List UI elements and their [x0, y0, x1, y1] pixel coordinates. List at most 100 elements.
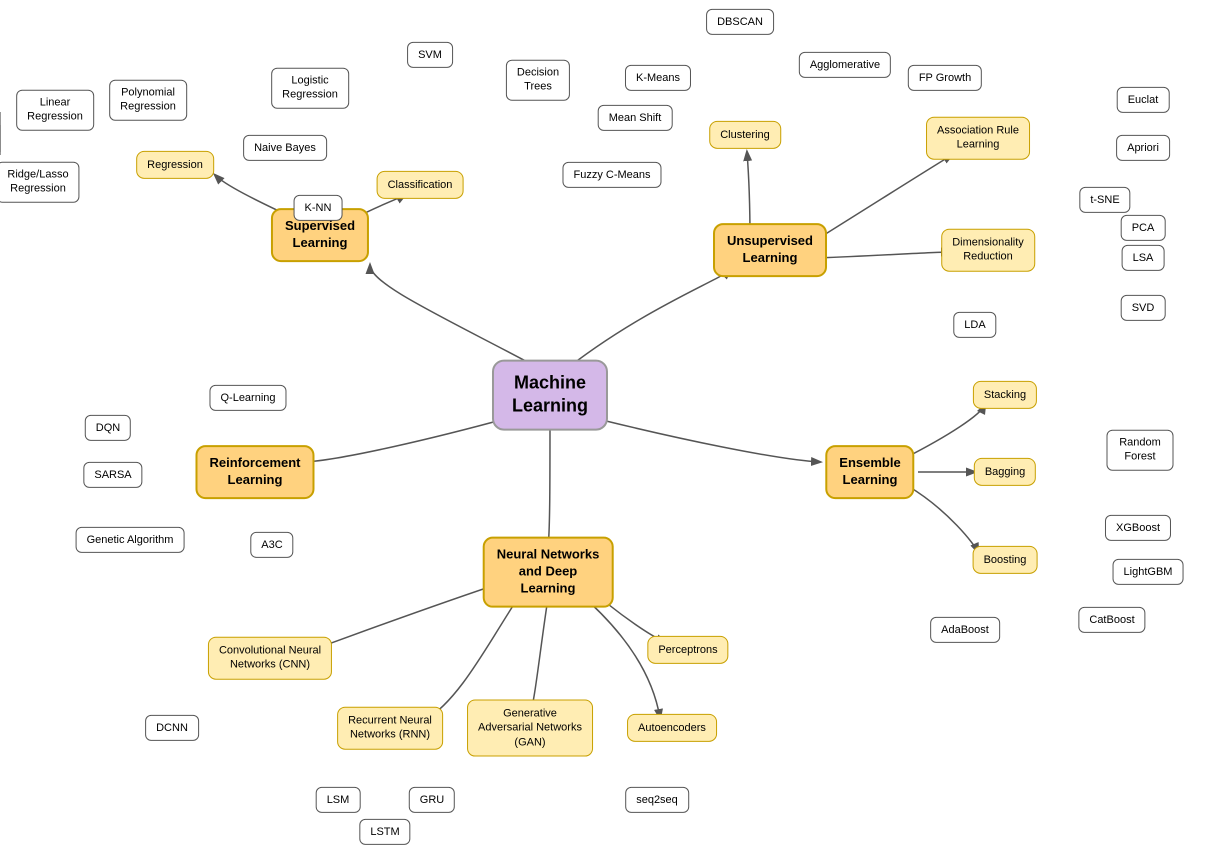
- tsne-node: t-SNE: [1079, 187, 1130, 213]
- reinforcement-learning-node: ReinforcementLearning: [195, 445, 314, 499]
- lstm-label: LSTM: [359, 819, 410, 845]
- perceptrons-node: Perceptrons: [647, 636, 728, 664]
- lda-label: LDA: [953, 312, 996, 338]
- lstm-node: LSTM: [359, 819, 410, 845]
- gan-label: GenerativeAdversarial Networks(GAN): [467, 700, 593, 757]
- seq2seq-label: seq2seq: [625, 787, 689, 813]
- bagging-label: Bagging: [974, 458, 1036, 486]
- gan-node: GenerativeAdversarial Networks(GAN): [467, 700, 593, 757]
- apriori-label: Apriori: [1116, 135, 1170, 161]
- dimensionality-label: DimensionalityReduction: [941, 229, 1035, 272]
- fuzzy-cmeans-node: Fuzzy C-Means: [562, 162, 661, 188]
- machine-learning-node: MachineLearning: [492, 360, 608, 431]
- dcnn-label: DCNN: [145, 715, 199, 741]
- lsm-label: LSM: [316, 787, 361, 813]
- polynomial-regression-label: PolynomialRegression: [109, 80, 187, 121]
- random-forest-label: Random Forest: [1107, 430, 1174, 471]
- svd-label: SVD: [1121, 295, 1166, 321]
- dqn-node: DQN: [85, 415, 131, 441]
- xgboost-node: XGBoost: [1105, 515, 1171, 541]
- ridge-lasso-node: Ridge/LassoRegression: [0, 162, 80, 203]
- neural-networks-node: Neural Networksand DeepLearning: [483, 537, 614, 608]
- reinforcement-label: ReinforcementLearning: [195, 445, 314, 499]
- autoencoders-label: Autoencoders: [627, 714, 717, 742]
- genetic-node: Genetic Algorithm: [76, 527, 185, 553]
- pca-label: PCA: [1121, 215, 1166, 241]
- svd-node: SVD: [1121, 295, 1166, 321]
- linear-regression-node: LinearRegression: [16, 90, 94, 131]
- svm-label: SVM: [407, 42, 453, 68]
- fuzzy-cmeans-label: Fuzzy C-Means: [562, 162, 661, 188]
- mean-shift-label: Mean Shift: [598, 105, 673, 131]
- decision-trees-label: DecisionTrees: [506, 60, 570, 101]
- euclat-node: Euclat: [1117, 87, 1170, 113]
- logistic-regression-node: LogisticRegression: [271, 68, 349, 109]
- kmeans-label: K-Means: [625, 65, 691, 91]
- lda-node: LDA: [953, 312, 996, 338]
- polynomial-regression-node: PolynomialRegression: [109, 80, 187, 121]
- gru-label: GRU: [409, 787, 455, 813]
- dqn-label: DQN: [85, 415, 131, 441]
- ensemble-learning-node: EnsembleLearning: [825, 445, 914, 499]
- logistic-regression-label: LogisticRegression: [271, 68, 349, 109]
- apriori-node: Apriori: [1116, 135, 1170, 161]
- genetic-label: Genetic Algorithm: [76, 527, 185, 553]
- cnn-node: Convolutional NeuralNetworks (CNN): [208, 637, 332, 680]
- catboost-node: CatBoost: [1078, 607, 1145, 633]
- lightgbm-label: LightGBM: [1113, 559, 1184, 585]
- euclat-label: Euclat: [1117, 87, 1170, 113]
- q-learning-label: Q-Learning: [209, 385, 286, 411]
- bagging-node: Bagging: [974, 458, 1036, 486]
- knn-label: K-NN: [294, 195, 343, 221]
- dbscan-node: DBSCAN: [706, 9, 774, 35]
- dcnn-node: DCNN: [145, 715, 199, 741]
- rnn-label: Recurrent NeuralNetworks (RNN): [337, 707, 443, 750]
- agglomerative-node: Agglomerative: [799, 52, 891, 78]
- xgboost-label: XGBoost: [1105, 515, 1171, 541]
- naive-bayes-label: Naive Bayes: [243, 135, 327, 161]
- boosting-label: Boosting: [973, 546, 1038, 574]
- a3c-label: A3C: [250, 532, 293, 558]
- cnn-label: Convolutional NeuralNetworks (CNN): [208, 637, 332, 680]
- rnn-node: Recurrent NeuralNetworks (RNN): [337, 707, 443, 750]
- association-label: Association RuleLearning: [926, 117, 1030, 160]
- clustering-node: Clustering: [709, 121, 781, 149]
- unsupervised-learning-node: UnsupervisedLearning: [713, 223, 827, 277]
- mean-shift-node: Mean Shift: [598, 105, 673, 131]
- lightgbm-node: LightGBM: [1113, 559, 1184, 585]
- pca-node: PCA: [1121, 215, 1166, 241]
- random-forest-node: Random Forest: [1107, 430, 1174, 471]
- kmeans-node: K-Means: [625, 65, 691, 91]
- regression-label: Regression: [136, 151, 214, 179]
- agglomerative-label: Agglomerative: [799, 52, 891, 78]
- unsupervised-label: UnsupervisedLearning: [713, 223, 827, 277]
- boosting-node: Boosting: [973, 546, 1038, 574]
- gru-node: GRU: [409, 787, 455, 813]
- neural-label: Neural Networksand DeepLearning: [483, 537, 614, 608]
- lsa-label: LSA: [1122, 245, 1165, 271]
- adaboost-node: AdaBoost: [930, 617, 1000, 643]
- stacking-label: Stacking: [973, 381, 1037, 409]
- sarsa-label: SARSA: [83, 462, 142, 488]
- clustering-label: Clustering: [709, 121, 781, 149]
- fp-growth-label: FP Growth: [908, 65, 982, 91]
- decision-trees-node: DecisionTrees: [506, 60, 570, 101]
- knn-node: K-NN: [294, 195, 343, 221]
- association-node: Association RuleLearning: [926, 117, 1030, 160]
- perceptrons-label: Perceptrons: [647, 636, 728, 664]
- machine-learning-label: MachineLearning: [492, 360, 608, 431]
- q-learning-node: Q-Learning: [209, 385, 286, 411]
- svm-node: SVM: [407, 42, 453, 68]
- regression-node: Regression: [136, 151, 214, 179]
- stacking-node: Stacking: [973, 381, 1037, 409]
- classification-label: Classification: [377, 171, 464, 199]
- lsm-node: LSM: [316, 787, 361, 813]
- adaboost-label: AdaBoost: [930, 617, 1000, 643]
- lsa-node: LSA: [1122, 245, 1165, 271]
- sarsa-node: SARSA: [83, 462, 142, 488]
- ridge-lasso-label: Ridge/LassoRegression: [0, 162, 80, 203]
- linear-regression-label: LinearRegression: [16, 90, 94, 131]
- a3c-node: A3C: [250, 532, 293, 558]
- catboost-label: CatBoost: [1078, 607, 1145, 633]
- dbscan-label: DBSCAN: [706, 9, 774, 35]
